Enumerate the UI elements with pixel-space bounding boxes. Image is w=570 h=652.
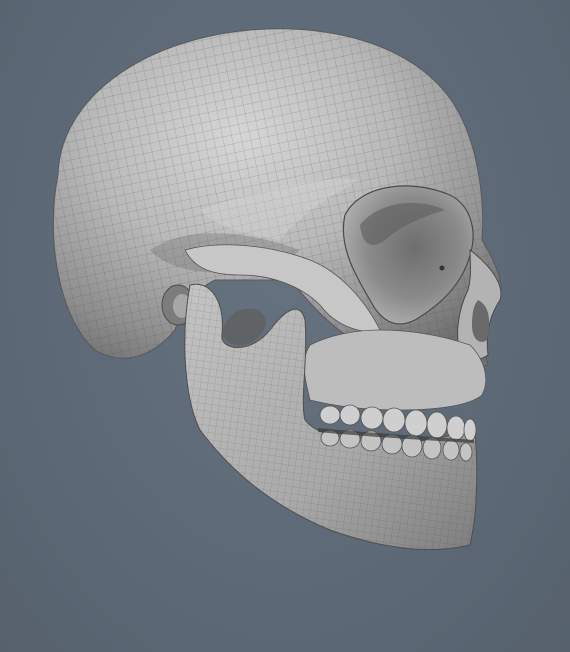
- skull-render: [52, 28, 502, 551]
- render-viewport: [0, 0, 570, 652]
- maxilla: [303, 329, 487, 411]
